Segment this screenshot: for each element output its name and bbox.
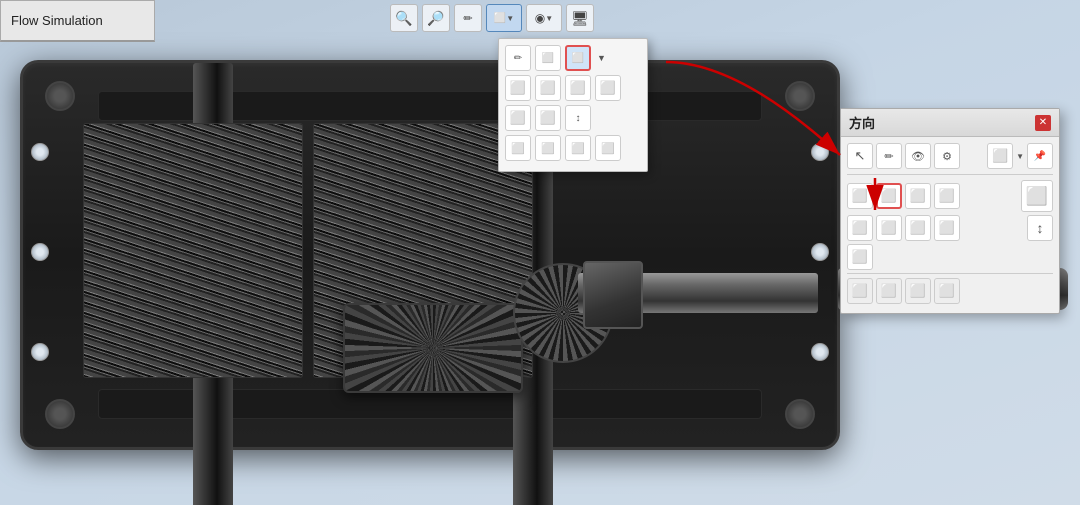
main-toolbar: 🔍 🔎 ✏ ⬜ ▼ ◉ ▼ 🖥: [390, 4, 594, 32]
panel-cube-iso2[interactable]: ⬜: [876, 215, 902, 241]
direction-panel-title-label: 方向: [849, 113, 875, 132]
gear-housing: [20, 60, 840, 450]
popup-sq1[interactable]: ⬜: [505, 135, 531, 161]
panel-cursor-icon[interactable]: ↖: [847, 143, 873, 169]
view-cube-button[interactable]: ⬜ ▼: [486, 4, 522, 32]
mount-hole-left-bot: [31, 343, 49, 361]
corner-hole-br: [785, 399, 815, 429]
popup-cube-tr[interactable]: ⬜: [565, 75, 591, 101]
panel-spacer: [963, 143, 984, 169]
panel-grid-row-3: ⬜: [847, 244, 1053, 270]
direction-panel-toolbar: ↖ ✏ 👁 ⚙ ⬜ ▼ 📌: [847, 143, 1053, 175]
panel-cube-right[interactable]: ⬜: [934, 183, 960, 209]
popup-row-3: ⬜ ⬜ ↕: [505, 105, 641, 131]
panel-cube-3d-large[interactable]: ⬜: [1021, 180, 1053, 212]
panel-pencil-icon[interactable]: ✏: [876, 143, 902, 169]
direction-panel-title-bar: 方向 ✕: [841, 109, 1059, 137]
popup-cube-bl[interactable]: ⬜: [505, 105, 531, 131]
popup-cube-tm[interactable]: ⬜: [535, 75, 561, 101]
panel-arrow-down[interactable]: ↕: [1027, 215, 1053, 241]
mount-hole-right-bot: [811, 343, 829, 361]
helical-gear-left: [83, 123, 303, 378]
direction-panel-body: ↖ ✏ 👁 ⚙ ⬜ ▼ 📌 ⬜ ⬜ ⬜ ⬜ ⬜ ⬜ ⬜ ⬜ ⬜ ↕: [841, 137, 1059, 313]
panel-sq1[interactable]: ⬜: [847, 278, 873, 304]
panel-cube-top[interactable]: ⬜: [905, 183, 931, 209]
popup-cube-br[interactable]: ↕: [565, 105, 591, 131]
connector-block: [583, 261, 643, 329]
panel-gear-icon[interactable]: ⚙: [934, 143, 960, 169]
popup-cube-tl[interactable]: ⬜: [505, 75, 531, 101]
panel-cube-highlighted[interactable]: ⬜: [876, 183, 902, 209]
corner-hole-bl: [45, 399, 75, 429]
search-icon[interactable]: 🔍: [390, 4, 418, 32]
panel-eye-icon[interactable]: 👁: [905, 143, 931, 169]
popup-sq2[interactable]: ⬜: [535, 135, 561, 161]
panel-pin-icon[interactable]: 📌: [1027, 143, 1053, 169]
popup-icon-cube-single[interactable]: ⬜: [535, 45, 561, 71]
title-bar: Flow Simulation: [0, 0, 155, 42]
mount-hole-left-top: [31, 143, 49, 161]
popup-cube-tr2[interactable]: ⬜: [595, 75, 621, 101]
popup-cube-bm[interactable]: ⬜: [535, 105, 561, 131]
panel-cube-iso4[interactable]: ⬜: [934, 215, 960, 241]
mount-hole-left-mid: [31, 243, 49, 261]
direction-panel: 方向 ✕ ↖ ✏ 👁 ⚙ ⬜ ▼ 📌 ⬜ ⬜ ⬜ ⬜ ⬜ ⬜ ⬜ ⬜ ⬜: [840, 108, 1060, 314]
panel-sq2[interactable]: ⬜: [876, 278, 902, 304]
popup-row-1: ✏ ⬜ ⬜ ▼: [505, 45, 641, 71]
popup-sq4[interactable]: ⬜: [595, 135, 621, 161]
mount-hole-right-top: [811, 143, 829, 161]
corner-hole-tl: [45, 81, 75, 111]
panel-grid-row-2: ⬜ ⬜ ⬜ ⬜ ↕: [847, 215, 1053, 241]
app-title: Flow Simulation: [11, 13, 103, 28]
panel-cube-iso1[interactable]: ⬜: [847, 215, 873, 241]
panel-sq3[interactable]: ⬜: [905, 278, 931, 304]
pencil-icon[interactable]: ✏: [454, 4, 482, 32]
panel-sq4[interactable]: ⬜: [934, 278, 960, 304]
popup-row-2: ⬜ ⬜ ⬜ ⬜: [505, 75, 641, 101]
bevel-gear: [343, 303, 523, 393]
orientation-button[interactable]: ◉ ▼: [526, 4, 562, 32]
popup-row-4: ⬜ ⬜ ⬜ ⬜: [505, 135, 641, 161]
direction-panel-close[interactable]: ✕: [1035, 115, 1051, 131]
panel-grid-row-1: ⬜ ⬜ ⬜ ⬜ ⬜: [847, 180, 1053, 212]
panel-cube-front[interactable]: ⬜: [847, 183, 873, 209]
popup-sq3[interactable]: ⬜: [565, 135, 591, 161]
panel-cube3d-icon[interactable]: ⬜: [987, 143, 1013, 169]
panel-cube-iso3[interactable]: ⬜: [905, 215, 931, 241]
panel-cube-bottom[interactable]: ⬜: [847, 244, 873, 270]
display-mode-icon[interactable]: 🖥: [566, 4, 594, 32]
popup-icon-pencil[interactable]: ✏: [505, 45, 531, 71]
mount-hole-right-mid: [811, 243, 829, 261]
panel-grid-row-4: ⬜ ⬜ ⬜ ⬜: [847, 273, 1053, 304]
search2-icon[interactable]: 🔎: [422, 4, 450, 32]
corner-hole-tr: [785, 81, 815, 111]
popup-icon-cube-highlight[interactable]: ⬜: [565, 45, 591, 71]
view-popup: ✏ ⬜ ⬜ ▼ ⬜ ⬜ ⬜ ⬜ ⬜ ⬜ ↕ ⬜ ⬜ ⬜ ⬜: [498, 38, 648, 172]
